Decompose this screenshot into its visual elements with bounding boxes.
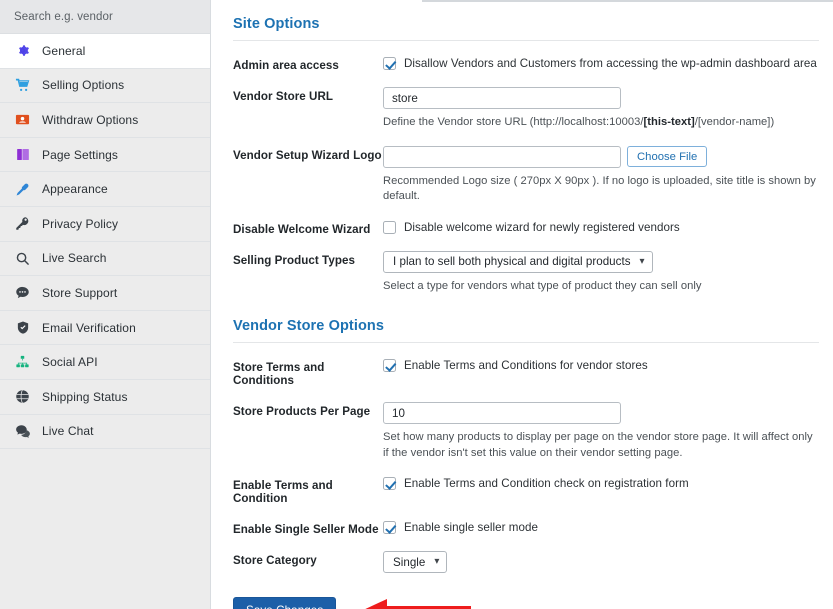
field-vendor-store-url: Vendor Store URL Define the Vendor store… [225,72,819,131]
chat-bubble-icon [14,284,31,301]
vendor-setup-wizard-logo-input[interactable] [383,145,621,168]
help-prefix: Define the Vendor store URL (http://loca… [383,116,644,128]
help-bold: [this-text] [643,116,695,128]
settings-sidebar: Search e.g. vendor General Selling Option… [0,0,211,609]
withdraw-icon [14,111,31,128]
shield-icon [14,319,31,336]
sidebar-item-label: Page Settings [42,147,119,162]
store-category-select[interactable]: Single ▾ [383,551,448,573]
field-selling-product-types: Selling Product Types I plan to sell bot… [225,236,819,295]
annotation-arrow-icon [361,598,472,609]
sidebar-item-label: General [42,43,86,58]
sidebar-nav-list: General Selling Options Withdraw Options Pa… [0,34,210,450]
field-vendor-setup-wizard-logo: Vendor Setup Wizard Logo Choose File Rec… [225,131,819,205]
gear-icon [14,42,31,59]
sidebar-item-live-search[interactable]: Live Search [0,241,210,277]
sidebar-item-label: Privacy Policy [42,216,119,231]
sidebar-item-label: Social API [42,355,98,370]
sidebar-item-email-verification[interactable]: Email Verification [0,310,210,346]
pages-icon [14,146,31,163]
field-label: Disable Welcome Wizard [233,222,371,236]
sidebar-item-privacy-policy[interactable]: Privacy Policy [0,206,210,242]
key-icon [14,215,31,232]
vendor-store-url-input[interactable] [383,87,621,109]
select-value: I plan to sell both physical and digital… [393,255,631,268]
help-suffix: /[vendor-name]) [694,116,775,128]
shopping-cart-icon [14,77,31,94]
select-value: Single [393,555,426,569]
sidebar-item-label: Store Support [42,285,118,300]
sidebar-item-label: Email Verification [42,320,136,335]
search-input-placeholder[interactable]: Search e.g. vendor [14,11,113,23]
store-products-per-page-input[interactable] [383,402,621,424]
sidebar-item-label: Live Chat [42,424,94,439]
field-help-text: Recommended Logo size ( 270px X 90px ). … [383,174,816,203]
checkbox-label[interactable]: Enable Terms and Condition check on regi… [404,476,689,491]
sidebar-item-page-settings[interactable]: Page Settings [0,137,210,173]
field-label: Vendor Store URL [233,90,334,103]
checkbox-label[interactable]: Disable welcome wizard for newly registe… [404,220,680,235]
choose-file-button[interactable]: Choose File [627,146,708,167]
sidebar-item-shipping-status[interactable]: Shipping Status [0,379,210,415]
field-help-text: Select a type for vendors what type of p… [383,279,702,292]
sidebar-item-appearance[interactable]: Appearance [0,172,210,207]
magnifier-icon [14,250,31,267]
sidebar-item-label: Withdraw Options [42,112,139,127]
selling-product-types-select[interactable]: I plan to sell both physical and digital… [383,250,653,273]
sidebar-search[interactable]: Search e.g. vendor [0,0,210,34]
globe-icon [14,388,31,405]
field-help-text: Define the Vendor store URL (http://loca… [383,115,819,131]
section-title-vendor-store-options: Vendor Store Options [233,318,385,334]
enable-terms-and-condition-checkbox[interactable] [383,477,396,490]
disable-welcome-wizard-checkbox[interactable] [383,220,396,234]
field-enable-single-seller-mode: Enable Single Seller Mode Enable single … [225,505,819,536]
chevron-down-icon: ▾ [639,255,645,267]
sidebar-item-label: Live Search [42,251,107,266]
checkbox-label[interactable]: Enable single seller mode [404,520,538,535]
settings-main: Site Options Admin area access Disallow … [211,0,833,609]
field-label: Store Category [233,554,317,567]
sidebar-item-general[interactable]: General [0,34,210,69]
field-help-text: Set how many products to display per pag… [383,431,813,459]
checkbox-label[interactable]: Enable Terms and Conditions for vendor s… [404,358,648,373]
sidebar-item-social-api[interactable]: Social API [0,345,210,380]
enable-single-seller-mode-checkbox[interactable] [383,521,396,534]
sidebar-item-label: Shipping Status [42,389,128,404]
sidebar-item-label: Appearance [42,182,108,197]
sitemap-icon [14,354,31,371]
sidebar-item-withdraw-options[interactable]: Withdraw Options [0,103,210,138]
sidebar-item-live-chat[interactable]: Live Chat [0,414,210,450]
field-label: Vendor Setup Wizard Logo [233,148,382,162]
field-admin-area-access: Admin area access Disallow Vendors and C… [225,41,819,72]
sidebar-item-selling-options[interactable]: Selling Options [0,68,210,104]
sidebar-empty-area [0,449,210,609]
field-label: Store Products Per Page [233,405,371,418]
field-store-category: Store Category Single ▾ [225,536,819,573]
form-actions: Save Changes [225,573,819,609]
field-disable-welcome-wizard: Disable Welcome Wizard Disable welcome w… [225,205,819,236]
sidebar-item-store-support[interactable]: Store Support [0,276,210,311]
sidebar-item-label: Selling Options [42,78,125,93]
field-store-terms-and-conditions: Store Terms and Conditions Enable Terms … [225,343,819,387]
field-store-products-per-page: Store Products Per Page Set how many pro… [225,387,819,461]
chevron-down-icon: ▾ [434,556,440,567]
top-divider [422,0,833,2]
settings-page: Search e.g. vendor General Selling Option… [0,0,833,609]
save-changes-button[interactable]: Save Changes [233,597,337,609]
field-label: Enable Single Seller Mode [233,523,379,536]
field-enable-terms-and-condition: Enable Terms and Condition Enable Terms … [225,461,819,505]
field-label: Admin area access [233,59,339,72]
checkbox-label[interactable]: Disallow Vendors and Customers from acce… [404,56,817,71]
live-chat-icon [14,423,31,440]
section-title-site-options: Site Options [233,16,320,32]
admin-area-access-checkbox[interactable] [383,57,396,70]
pin-icon [14,181,31,198]
field-label: Enable Terms and Condition [233,479,333,505]
store-terms-and-conditions-checkbox[interactable] [383,359,396,372]
field-label: Store Terms and Conditions [233,361,325,387]
field-label: Selling Product Types [233,253,355,267]
